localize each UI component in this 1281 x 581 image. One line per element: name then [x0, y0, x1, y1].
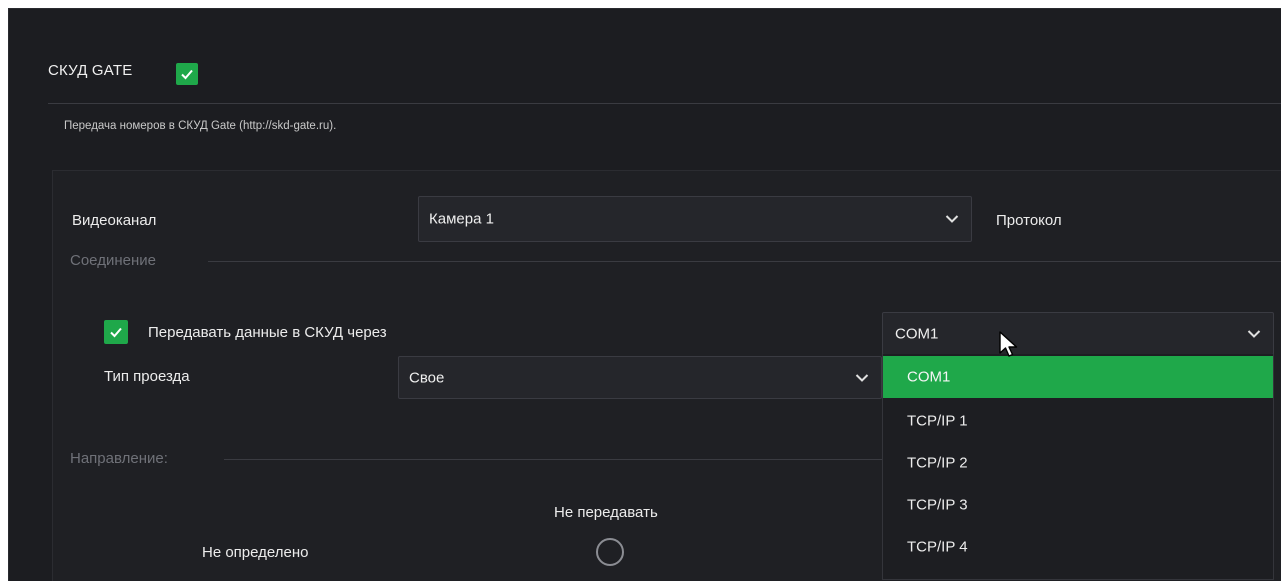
- port-option-tcpip4[interactable]: TCP/IP 4: [883, 526, 1273, 568]
- mouse-pointer-icon: [999, 331, 1018, 357]
- protocol-label: Протокол: [996, 212, 1062, 229]
- not-transmit-radio[interactable]: [596, 538, 624, 566]
- chevron-down-icon: [855, 373, 869, 382]
- port-option-tcpip3[interactable]: TCP/IP 3: [883, 484, 1273, 526]
- direction-section-label: Направление:: [70, 450, 168, 467]
- connection-section-label: Соединение: [70, 252, 156, 269]
- port-option-label: TCP/IP 3: [907, 496, 968, 514]
- transmit-label: Передавать данные в СКУД через: [148, 324, 387, 341]
- header-divider: [48, 103, 1281, 104]
- passage-type-label: Тип проезда: [104, 368, 190, 385]
- port-option-label: TCP/IP 2: [907, 454, 968, 472]
- panel-description: Передача номеров в СКУД Gate (http://skd…: [64, 120, 337, 132]
- panel-title: СКУД GATE: [48, 62, 133, 79]
- port-select-value: COM1: [895, 325, 939, 342]
- passage-type-select[interactable]: Свое: [398, 356, 882, 399]
- port-dropdown-list: COM1 TCP/IP 1 TCP/IP 2 TCP/IP 3 TCP/IP 4: [882, 354, 1274, 580]
- video-channel-select[interactable]: Камера 1: [418, 196, 972, 242]
- not-transmit-column-label: Не передавать: [554, 504, 658, 521]
- port-option-tcpip1[interactable]: TCP/IP 1: [883, 400, 1273, 442]
- port-option-label: COM1: [907, 368, 951, 386]
- transmit-checkbox[interactable]: [104, 320, 128, 344]
- check-icon: [181, 69, 193, 80]
- video-channel-label: Видеоканал: [72, 212, 157, 229]
- enable-checkbox[interactable]: [176, 63, 198, 85]
- chevron-down-icon: [945, 215, 959, 223]
- port-option-com1[interactable]: COM1: [883, 356, 1273, 398]
- connection-divider: [208, 261, 1281, 262]
- chevron-down-icon: [1247, 329, 1261, 338]
- direction-divider: [224, 459, 882, 460]
- port-option-label: TCP/IP 1: [907, 412, 968, 430]
- check-icon: [110, 327, 122, 338]
- video-channel-value: Камера 1: [429, 210, 494, 228]
- port-option-label: TCP/IP 4: [907, 538, 968, 556]
- port-select[interactable]: COM1: [882, 312, 1274, 355]
- port-option-tcpip2[interactable]: TCP/IP 2: [883, 442, 1273, 484]
- undefined-row-label: Не определено: [202, 544, 309, 561]
- passage-type-value: Свое: [409, 369, 445, 386]
